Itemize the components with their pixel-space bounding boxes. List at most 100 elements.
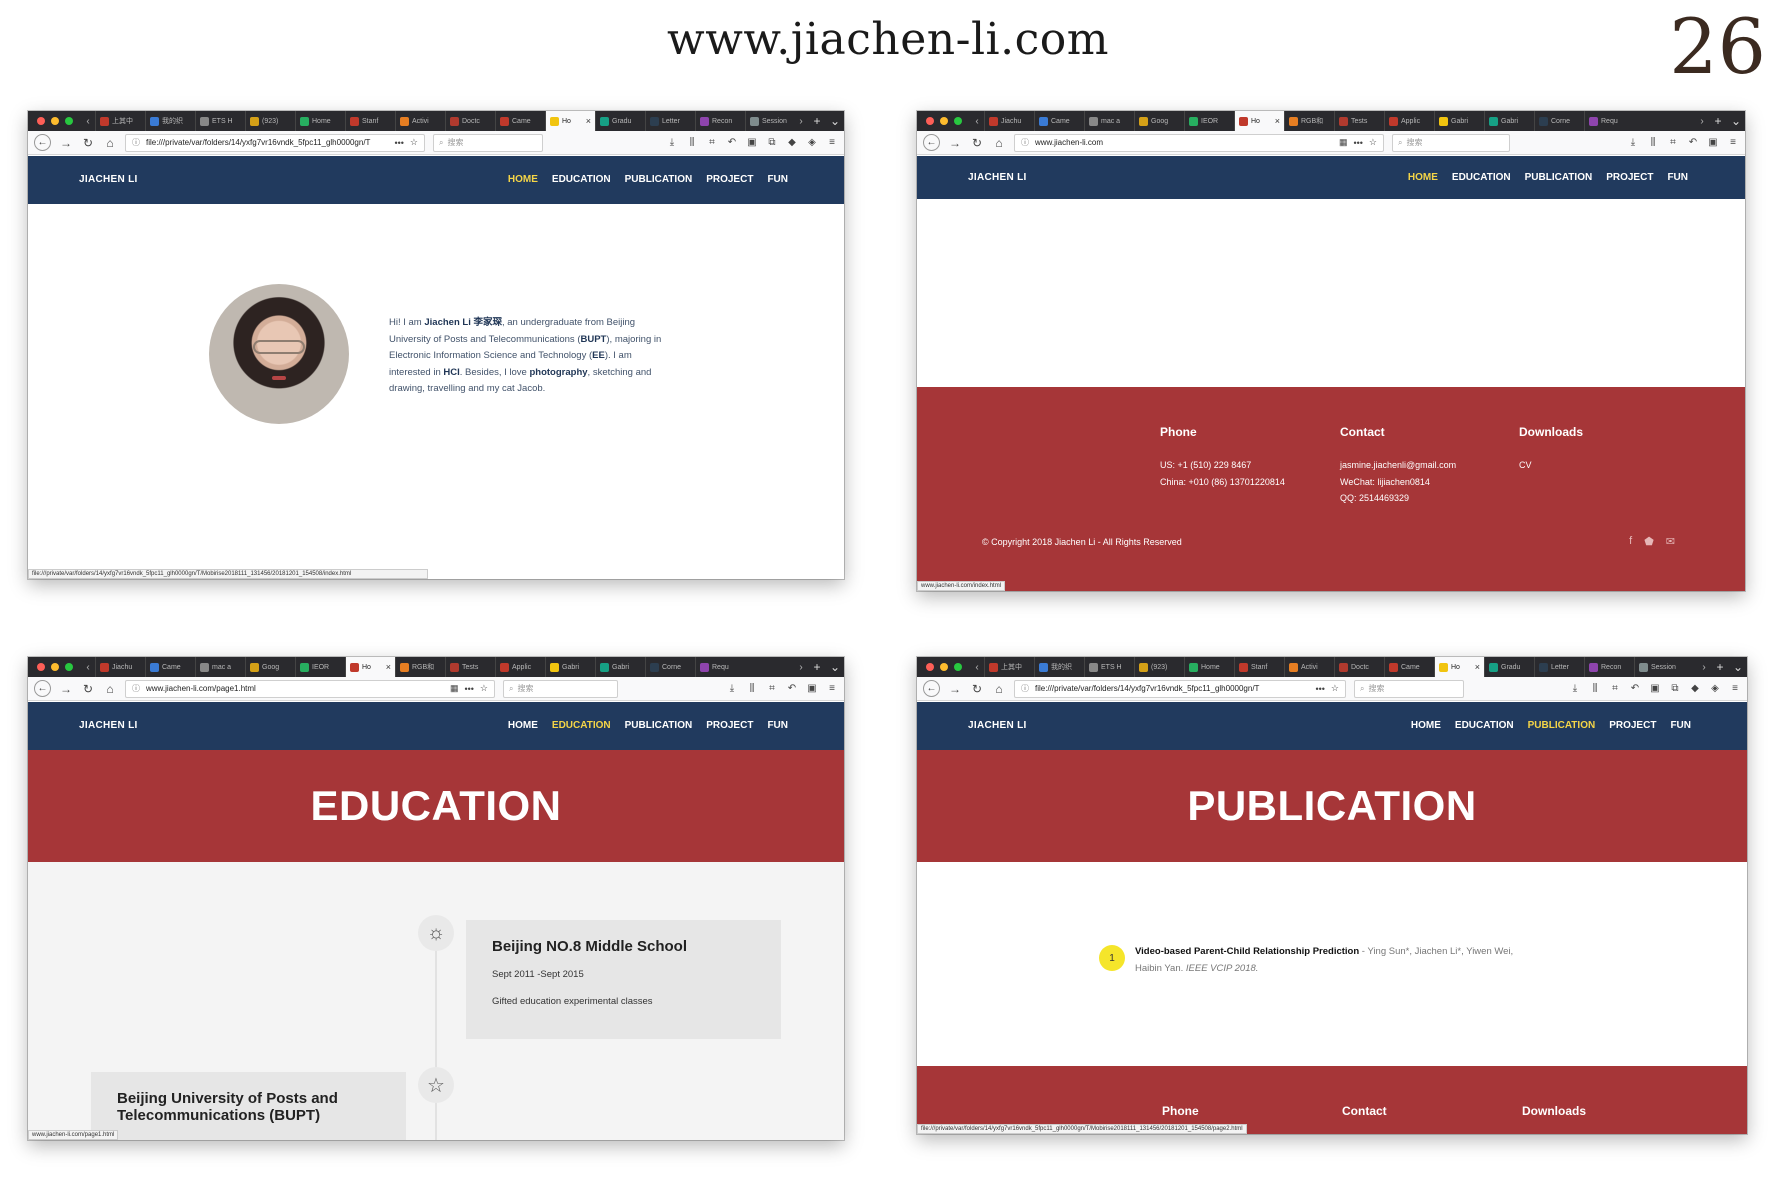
minimize-window-button[interactable]: [51, 663, 59, 671]
screenshot-icon[interactable]: ⌗: [706, 137, 718, 148]
browser-tab[interactable]: Applic: [1384, 111, 1434, 131]
browser-tab[interactable]: Tests: [445, 657, 495, 677]
browser-tab[interactable]: (923): [245, 111, 295, 131]
reload-icon[interactable]: ↻: [970, 682, 984, 696]
url-bar[interactable]: ⓘ www.jiachen-li.com ▦ ••• ☆: [1014, 133, 1384, 152]
browser-tab[interactable]: Gabri: [595, 657, 645, 677]
new-tab-icon[interactable]: +: [808, 660, 826, 674]
shield-icon[interactable]: ◈: [1709, 683, 1721, 694]
nav-link-project[interactable]: PROJECT: [706, 156, 753, 204]
browser-tab[interactable]: Goog: [245, 657, 295, 677]
tab-scroll-left-icon[interactable]: ‹: [81, 662, 95, 673]
browser-tab[interactable]: ETS H: [1084, 657, 1134, 677]
search-bar[interactable]: ⌕ 搜索: [1392, 133, 1510, 152]
close-tab-icon[interactable]: ×: [386, 662, 391, 672]
browser-tab[interactable]: Activi: [1284, 657, 1334, 677]
undo-icon[interactable]: ↶: [1687, 137, 1699, 148]
close-window-button[interactable]: [37, 663, 45, 671]
close-window-button[interactable]: [926, 663, 934, 671]
minimize-window-button[interactable]: [51, 117, 59, 125]
facebook-icon[interactable]: f: [1629, 535, 1632, 548]
browser-tab[interactable]: Session: [745, 111, 794, 131]
browser-tab[interactable]: Home: [295, 111, 345, 131]
screenshot-icon[interactable]: ⌗: [1667, 137, 1679, 148]
browser-tab[interactable]: Goog: [1134, 111, 1184, 131]
browser-tab[interactable]: Gradu: [595, 111, 645, 131]
library-icon[interactable]: ⫼: [1647, 137, 1659, 148]
browser-tab[interactable]: IEOR: [295, 657, 345, 677]
browser-tab[interactable]: Ho ×: [545, 111, 595, 131]
forward-arrow-icon[interactable]: →: [59, 682, 73, 696]
nav-link-publication[interactable]: PUBLICATION: [1525, 156, 1593, 199]
forward-arrow-icon[interactable]: →: [948, 682, 962, 696]
sidebar-icon[interactable]: ▣: [746, 137, 758, 148]
nav-link-home[interactable]: HOME: [1408, 156, 1438, 199]
page-actions-icon[interactable]: •••: [1315, 684, 1324, 694]
close-tab-icon[interactable]: ×: [1275, 116, 1280, 126]
browser-tab[interactable]: Tests: [1334, 111, 1384, 131]
info-icon[interactable]: ⓘ: [132, 137, 140, 148]
mail-icon[interactable]: ✉: [1666, 535, 1675, 548]
browser-tab[interactable]: Gabri: [1484, 111, 1534, 131]
tab-scroll-right-icon[interactable]: ›: [794, 662, 808, 673]
browser-tab[interactable]: Requ: [1584, 111, 1634, 131]
info-icon[interactable]: ⓘ: [1021, 137, 1029, 148]
browser-tab[interactable]: IEOR: [1184, 111, 1234, 131]
back-arrow-icon[interactable]: ←: [34, 134, 51, 151]
nav-link-education[interactable]: EDUCATION: [552, 156, 611, 204]
url-bar[interactable]: ⓘ www.jiachen-li.com/page1.html ▦ ••• ☆: [125, 679, 495, 698]
browser-tab[interactable]: 我的织: [1034, 657, 1084, 677]
tab-list-chevron-icon[interactable]: ⌄: [826, 660, 844, 674]
maximize-window-button[interactable]: [954, 117, 962, 125]
nav-link-home[interactable]: HOME: [508, 156, 538, 204]
nav-link-home[interactable]: HOME: [508, 702, 538, 750]
browser-tab[interactable]: (923): [1134, 657, 1184, 677]
undo-icon[interactable]: ↶: [786, 683, 798, 694]
library-icon[interactable]: ⫼: [746, 683, 758, 694]
tab-list-chevron-icon[interactable]: ⌄: [1729, 660, 1747, 674]
sidebar-icon[interactable]: ▣: [806, 683, 818, 694]
nav-link-project[interactable]: PROJECT: [706, 702, 753, 750]
extension-icon[interactable]: ◆: [1689, 683, 1701, 694]
forward-arrow-icon[interactable]: →: [59, 136, 73, 150]
screenshot-icon[interactable]: ⌗: [1609, 683, 1621, 694]
minimize-window-button[interactable]: [940, 663, 948, 671]
download-icon[interactable]: ⤓: [1569, 683, 1581, 694]
nav-link-education[interactable]: EDUCATION: [552, 702, 611, 750]
nav-link-education[interactable]: EDUCATION: [1455, 702, 1514, 750]
browser-tab[interactable]: Activi: [395, 111, 445, 131]
sidebar-icon[interactable]: ▣: [1649, 683, 1661, 694]
browser-tab[interactable]: Doctc: [445, 111, 495, 131]
screenshot-icon[interactable]: ⌗: [766, 683, 778, 694]
tab-scroll-right-icon[interactable]: ›: [794, 116, 808, 127]
url-bar[interactable]: ⓘ file:///private/var/folders/14/yxfg7vr…: [1014, 679, 1346, 698]
nav-link-project[interactable]: PROJECT: [1609, 702, 1656, 750]
undo-icon[interactable]: ↶: [726, 137, 738, 148]
window-controls[interactable]: [28, 663, 81, 671]
nav-link-publication[interactable]: PUBLICATION: [625, 702, 693, 750]
new-tab-icon[interactable]: +: [808, 114, 826, 128]
close-tab-icon[interactable]: ×: [1475, 662, 1480, 672]
github-icon[interactable]: ⬟: [1644, 535, 1654, 548]
search-bar[interactable]: ⌕ 搜索: [1354, 679, 1464, 698]
site-brand[interactable]: JIACHEN LI: [79, 702, 138, 750]
browser-tab[interactable]: Corne: [1534, 111, 1584, 131]
home-icon[interactable]: ⌂: [103, 136, 117, 150]
back-arrow-icon[interactable]: ←: [34, 680, 51, 697]
extension-icon[interactable]: ◆: [786, 137, 798, 148]
translate-icon[interactable]: ⧉: [1669, 683, 1681, 694]
browser-tab[interactable]: Applic: [495, 657, 545, 677]
maximize-window-button[interactable]: [954, 663, 962, 671]
browser-tab[interactable]: Session: [1634, 657, 1684, 677]
nav-link-publication[interactable]: PUBLICATION: [625, 156, 693, 204]
new-tab-icon[interactable]: +: [1709, 114, 1727, 128]
close-window-button[interactable]: [926, 117, 934, 125]
reload-icon[interactable]: ↻: [81, 136, 95, 150]
library-icon[interactable]: ⫼: [1589, 683, 1601, 694]
nav-link-fun[interactable]: FUN: [1670, 702, 1691, 750]
contact-email[interactable]: jasmine.jiachenli@gmail.com: [1340, 457, 1456, 474]
browser-tab[interactable]: Corne: [645, 657, 695, 677]
page-actions-icon[interactable]: •••: [394, 138, 403, 148]
nav-link-fun[interactable]: FUN: [767, 156, 788, 204]
site-brand[interactable]: JIACHEN LI: [968, 702, 1027, 750]
